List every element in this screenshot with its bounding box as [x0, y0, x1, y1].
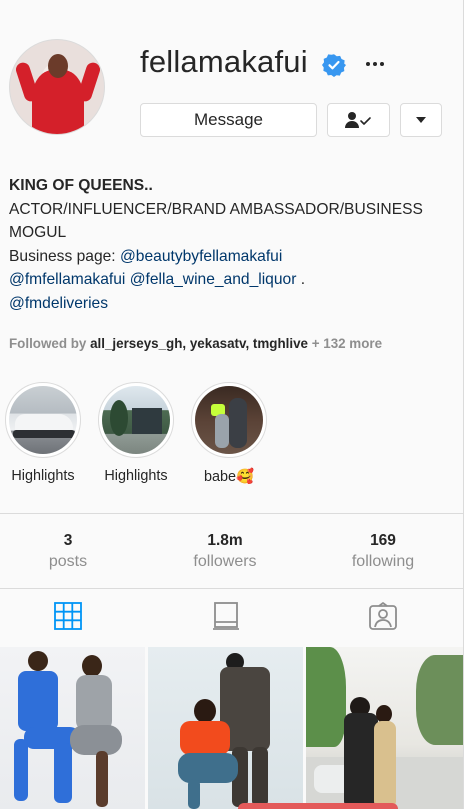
- post-thumbnail[interactable]: [306, 647, 463, 809]
- dot-2: [373, 62, 377, 66]
- following-stat[interactable]: 169 following: [323, 531, 443, 573]
- followed-by-separator: ,: [245, 336, 253, 351]
- highlight-ring: [191, 382, 267, 458]
- igtv-icon: [213, 602, 239, 630]
- business-link[interactable]: @beautybyfellamakafui: [120, 248, 282, 265]
- bio-link-fella-wine[interactable]: @fella_wine_and_liquor: [130, 271, 297, 288]
- bio-link-fmdeliveries[interactable]: @fmdeliveries: [9, 295, 108, 312]
- following-count: 169: [370, 532, 396, 549]
- highlight-thumbnail: [195, 386, 263, 454]
- highlight-label: Highlights: [11, 468, 75, 484]
- bio-line-1: ACTOR/INFLUENCER/BRAND AMBASSADOR/BUSINE…: [9, 200, 423, 218]
- more-options-icon[interactable]: [360, 52, 390, 76]
- followers-label: followers: [193, 553, 257, 570]
- following-label: following: [351, 553, 415, 570]
- bio-name: KING OF QUEENS..: [9, 177, 153, 194]
- followers-stat[interactable]: 1.8m followers: [165, 531, 285, 573]
- bio-links-line: @fmfellamakafui @fella_wine_and_liquor .: [9, 268, 449, 292]
- highlight-ring: [5, 382, 81, 458]
- followed-by[interactable]: Followed by all_jerseys_gh, yekasatv, tm…: [9, 336, 382, 351]
- person-check-icon: [344, 112, 371, 128]
- avatar-dress: [32, 70, 84, 134]
- avatar-head: [48, 54, 68, 78]
- profile-page: fellamakafui Message KING OF QUEENS.. AC…: [0, 0, 464, 809]
- message-button[interactable]: Message: [140, 103, 317, 137]
- bio-business-line: Business page: @beautybyfellamakafui: [9, 245, 449, 269]
- bio-link-suffix: .: [296, 271, 306, 288]
- profile-bio: KING OF QUEENS.. ACTOR/INFLUENCER/BRAND …: [9, 174, 449, 315]
- bottom-banner-edge: [238, 803, 398, 809]
- tab-posts-grid[interactable]: [53, 601, 83, 631]
- bio-line-2: MOGUL: [9, 224, 67, 241]
- profile-avatar[interactable]: [9, 39, 105, 135]
- dot-1: [366, 62, 370, 66]
- followed-by-prefix: Followed by: [9, 336, 91, 351]
- suggested-dropdown-button[interactable]: [400, 103, 442, 137]
- highlight-label: Highlights: [104, 468, 168, 484]
- tab-tagged[interactable]: [368, 601, 398, 631]
- highlight-ring: [98, 382, 174, 458]
- chevron-down-icon: [416, 117, 426, 123]
- tab-igtv[interactable]: [211, 601, 241, 631]
- dot-3: [380, 62, 384, 66]
- tabs-top-divider: [0, 588, 463, 589]
- followed-by-more: + 132 more: [307, 336, 383, 351]
- post-thumbnail[interactable]: [148, 647, 303, 809]
- grid-icon: [54, 602, 82, 630]
- bio-link-fmfellamakafui[interactable]: @fmfellamakafui: [9, 271, 125, 288]
- post-thumbnail[interactable]: [0, 647, 145, 809]
- tagged-icon: [369, 602, 397, 630]
- following-button[interactable]: [327, 103, 390, 137]
- profile-username: fellamakafui: [140, 44, 308, 79]
- verified-badge-icon: [322, 54, 346, 77]
- highlight-item[interactable]: Highlights: [5, 382, 81, 484]
- followed-by-user: tmghlive: [252, 336, 308, 351]
- highlight-thumbnail: [102, 386, 170, 454]
- followed-by-user: yekasatv: [189, 336, 246, 351]
- posts-count: 3: [63, 532, 73, 549]
- posts-label: posts: [48, 553, 88, 570]
- highlight-label: babe🥰: [204, 469, 254, 485]
- highlight-item[interactable]: babe🥰: [191, 382, 267, 485]
- stats-top-divider: [0, 513, 463, 514]
- highlight-thumbnail: [9, 386, 77, 454]
- posts-stat[interactable]: 3 posts: [8, 531, 128, 573]
- business-prefix: Business page:: [9, 247, 120, 265]
- bio-links-line-2: @fmdeliveries: [9, 292, 449, 316]
- followers-count: 1.8m: [207, 532, 243, 549]
- followed-by-user: all_jerseys_gh: [90, 336, 183, 351]
- highlight-item[interactable]: Highlights: [98, 382, 174, 484]
- followed-by-separator: ,: [182, 336, 190, 351]
